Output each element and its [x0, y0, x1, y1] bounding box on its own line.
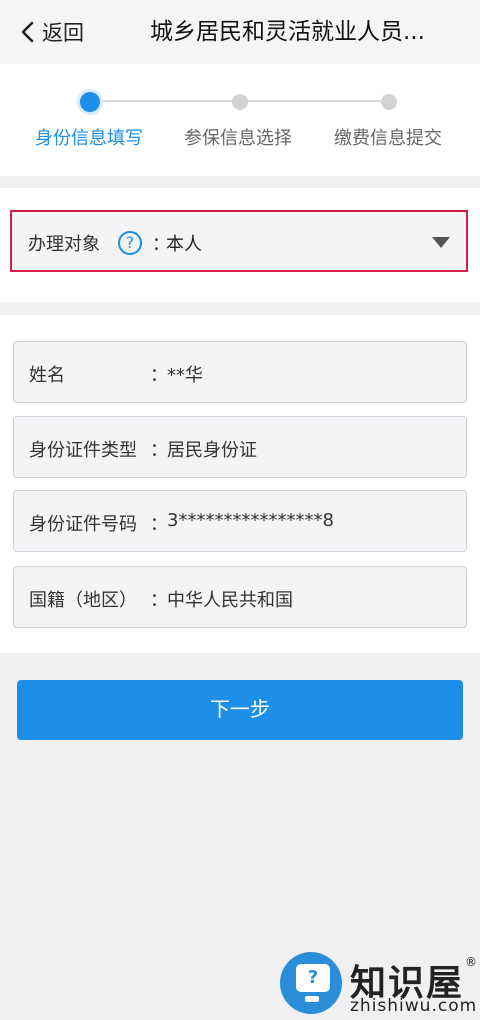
chevron-left-icon — [21, 21, 34, 43]
field-label: 身份证件号码 — [29, 514, 137, 535]
step-connector — [96, 100, 238, 102]
help-icon[interactable]: ? — [118, 231, 142, 255]
next-step-button[interactable]: 下一步 — [17, 680, 463, 740]
field-colon: ： — [150, 514, 168, 535]
target-section: 办理对象 ? ： 本人 — [0, 188, 480, 302]
watermark-domain: zhishiwu.com — [350, 996, 478, 1016]
field-label: 姓名 — [29, 365, 65, 386]
step-connector — [240, 100, 388, 102]
target-label: 办理对象 — [28, 234, 100, 255]
field-value: 居民身份证 — [167, 440, 257, 461]
nationality-field[interactable]: 国籍（地区） ： 中华人民共和国 — [13, 566, 467, 628]
step-dot-active — [80, 92, 100, 112]
id-number-field[interactable]: 身份证件号码 ： 3****************8 — [13, 490, 467, 552]
nav-bar: 返回 城乡居民和灵活就业人员... — [0, 0, 480, 64]
target-value: 本人 — [166, 234, 202, 255]
field-colon: ： — [150, 440, 168, 461]
field-label: 国籍（地区） — [29, 590, 137, 611]
back-label: 返回 — [42, 21, 84, 45]
step-label-insurance: 参保信息选择 — [184, 128, 292, 149]
page-title: 城乡居民和灵活就业人员... — [150, 19, 425, 45]
name-field[interactable]: 姓名 ： **华 — [13, 341, 467, 403]
back-button[interactable]: 返回 — [18, 16, 84, 48]
step-dot — [232, 94, 248, 110]
field-value: **华 — [167, 365, 203, 386]
step-dot — [381, 94, 397, 110]
watermark-registered-mark: ® — [465, 955, 477, 969]
target-select[interactable]: 办理对象 ? ： 本人 — [10, 210, 468, 272]
watermark-stand — [305, 996, 319, 1002]
field-value: 3****************8 — [167, 510, 334, 531]
watermark-monitor-icon: ? — [296, 964, 330, 992]
id-type-field[interactable]: 身份证件类型 ： 居民身份证 — [13, 416, 467, 478]
step-label-identity: 身份信息填写 — [35, 128, 143, 149]
field-colon: ： — [150, 590, 168, 611]
field-colon: ： — [150, 365, 168, 386]
field-label: 身份证件类型 — [29, 440, 137, 461]
progress-stepper: 身份信息填写 参保信息选择 缴费信息提交 — [0, 64, 480, 176]
dropdown-caret-icon[interactable] — [432, 237, 450, 248]
field-value: 中华人民共和国 — [167, 590, 293, 611]
step-label-payment: 缴费信息提交 — [334, 128, 442, 149]
identity-fields: 姓名 ： **华 身份证件类型 ： 居民身份证 身份证件号码 ： 3******… — [0, 315, 480, 653]
